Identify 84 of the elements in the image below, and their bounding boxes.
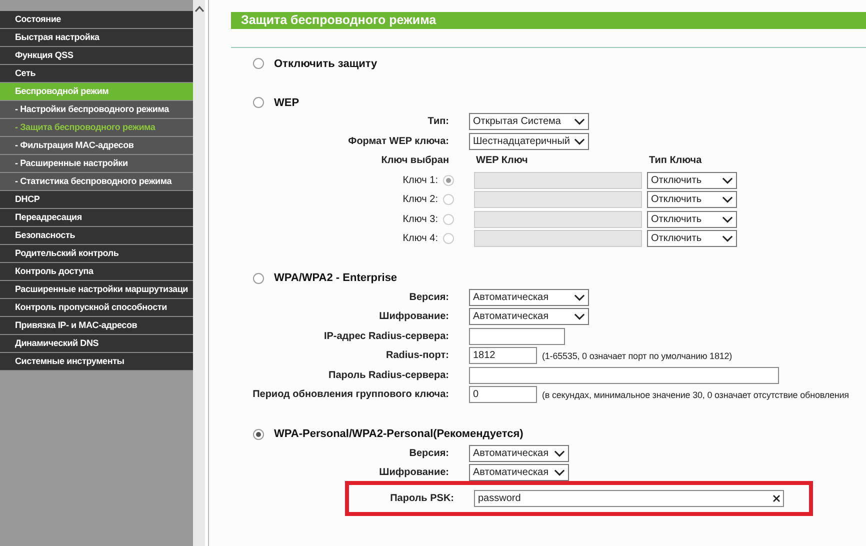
menu-item[interactable]: - Расширенные настройки [0,155,193,173]
dropdown[interactable]: Шестнадцатеричный [469,132,589,150]
dropdown[interactable]: Автоматическая [469,464,569,482]
radio-button[interactable] [253,97,264,108]
field-label: Версия: [408,448,449,459]
menu-item[interactable]: Переадресация [0,209,193,227]
menu-item[interactable]: Безопасность [0,227,193,245]
key-label: Ключ 4: [402,233,438,244]
column-header: WEP Ключ [476,155,529,166]
menu-item[interactable]: Контроль пропускной способности [0,299,193,317]
chevron-down-icon [722,235,733,242]
field-label: Пароль Radius-сервера: [328,370,449,381]
field-label: Radius-порт: [384,350,449,362]
menu-item[interactable]: Привязка IP- и MAC-адресов [0,317,193,335]
option-label: WEP [274,96,300,108]
column-header: Тип Ключа [649,155,702,166]
dropdown[interactable]: Автоматическая [469,444,569,462]
section-title: Защита беспроводного режима [231,12,866,29]
field-label: Шифрование: [378,467,449,478]
dropdown[interactable]: Автоматическая [469,308,589,326]
radio-button[interactable] [443,214,454,225]
radio-button[interactable] [253,58,264,69]
chevron-down-icon [722,196,733,204]
option-label: Отключить защиту [274,58,378,70]
hint-text: (в секундах, минимальное значение 30, 0 означает отсутствие обновления [542,390,849,400]
input-field[interactable] [474,210,642,228]
chevron-down-icon [554,469,565,476]
radio-button[interactable] [443,174,454,186]
radio-button[interactable] [443,233,454,244]
input-field[interactable]: password [474,490,784,507]
menu-item[interactable]: DHCP [0,191,193,209]
menu-item[interactable]: Системные инструменты [0,353,193,371]
menu-item[interactable]: - Фильтрация MAC-адресов [0,137,193,155]
chevron-down-icon [574,294,585,301]
option-label: WPA/WPA2 - Enterprise [274,272,398,284]
input-field[interactable]: 1812 [469,347,537,364]
chevron-down-icon [574,118,585,126]
radio-button[interactable] [443,194,454,206]
input-field[interactable] [469,366,779,384]
input-field[interactable] [474,191,642,208]
dropdown[interactable]: Отключить [647,210,737,228]
chevron-down-icon [722,216,733,223]
menu-item[interactable]: Функция QSS [0,47,193,65]
menu-item[interactable]: - Настройки беспроводного режима [0,101,193,119]
menu-item[interactable]: - Защита беспроводного режима [0,119,193,137]
chevron-down-icon [722,176,733,184]
field-label: Тип: [426,116,449,128]
menu-item[interactable]: Родительский контроль [0,245,193,263]
dropdown[interactable]: Открытая Система [469,113,589,130]
chevron-down-icon [574,313,585,320]
menu-item[interactable]: Быстрая настройка [0,29,193,47]
input-field[interactable] [469,328,565,345]
option-label: WPA-Personal/WPA2-Personal(Рекомендуется) [274,428,524,440]
chevron-down-icon [554,450,565,457]
dropdown[interactable]: Автоматическая [469,288,589,306]
input-field[interactable] [474,172,642,189]
scrollbar[interactable] [193,0,208,546]
input-field[interactable]: 0 [469,386,537,404]
field-label: Версия: [408,292,449,303]
dropdown[interactable]: Отключить [647,230,737,248]
input-field[interactable] [474,230,642,248]
hint-text: (1-65535, 0 означает порт по умолчанию 1812) [542,350,732,361]
caret-up-icon[interactable] [194,6,204,12]
radio-button[interactable] [253,428,264,440]
radio-button[interactable] [253,272,264,284]
field-label: Формат WEP ключа: [347,136,449,147]
chevron-down-icon [574,138,585,145]
field-label: Период обновления группового ключа: [252,389,449,400]
menu-item[interactable]: Контроль доступа [0,263,193,281]
menu-item[interactable]: Расширенные настройки маршрутизаци [0,281,193,299]
field-label: Шифрование: [378,311,449,322]
column-header: Ключ выбран [380,155,449,166]
menu-item[interactable]: - Статистика беспроводного режима [0,173,193,191]
dropdown[interactable]: Отключить [647,172,737,189]
field-label: Пароль PSK: [389,492,454,504]
key-label: Ключ 1: [402,174,438,186]
menu-item[interactable]: Сеть [0,65,193,83]
field-label: IP-адрес Radius-сервера: [322,330,449,342]
menu-item[interactable]: Состояние [0,11,193,29]
key-label: Ключ 2: [402,194,438,206]
close-icon[interactable] [773,494,780,502]
key-label: Ключ 3: [402,214,438,225]
menu-item[interactable]: Динамический DNS [0,335,193,353]
dropdown[interactable]: Отключить [647,191,737,208]
